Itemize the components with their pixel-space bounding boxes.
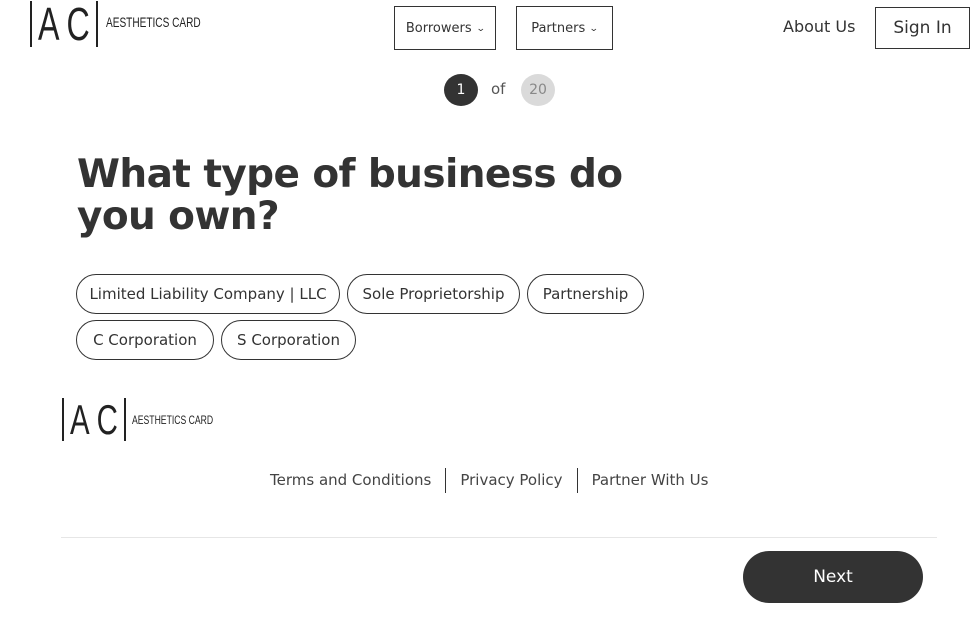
logo-brand-text: AESTHETICS CARD <box>132 412 214 427</box>
next-button[interactable]: Next <box>743 551 923 603</box>
chevron-down-icon: ⌄ <box>475 23 486 34</box>
logo-letters: AC <box>70 395 125 443</box>
option-llc[interactable]: Limited Liability Company | LLC <box>76 274 340 314</box>
partner-with-us-link[interactable]: Partner With Us <box>578 471 723 489</box>
current-step-badge: 1 <box>444 74 478 106</box>
about-us-link[interactable]: About Us <box>783 17 855 36</box>
step-of-label: of <box>491 80 506 98</box>
header-logo[interactable]: AC AESTHETICS CARD <box>30 0 237 47</box>
borrowers-dropdown[interactable]: Borrowers ⌄ <box>394 6 496 50</box>
partners-label: Partners <box>531 20 586 36</box>
option-c-corporation[interactable]: C Corporation <box>76 320 214 360</box>
option-partnership[interactable]: Partnership <box>527 274 644 314</box>
total-steps-badge: 20 <box>521 74 555 106</box>
footer-rule <box>61 537 937 538</box>
chevron-down-icon: ⌄ <box>589 23 599 34</box>
option-sole-proprietorship[interactable]: Sole Proprietorship <box>347 274 520 314</box>
option-s-corporation[interactable]: S Corporation <box>221 320 356 360</box>
question-title: What type of business do you own? <box>77 152 623 239</box>
partners-dropdown[interactable]: Partners ⌄ <box>516 6 613 50</box>
logo-bar-left <box>62 398 64 441</box>
borrowers-label: Borrowers <box>405 20 472 36</box>
logo-bar-left <box>30 0 32 47</box>
privacy-link[interactable]: Privacy Policy <box>446 471 576 489</box>
logo-brand-text: AESTHETICS CARD <box>106 13 201 30</box>
sign-in-button[interactable]: Sign In <box>875 7 970 49</box>
terms-link[interactable]: Terms and Conditions <box>256 471 445 489</box>
footer-logo[interactable]: AC AESTHETICS CARD <box>62 398 245 441</box>
logo-letters: AC <box>38 0 97 50</box>
footer-links: Terms and Conditions Privacy Policy Part… <box>256 467 722 493</box>
